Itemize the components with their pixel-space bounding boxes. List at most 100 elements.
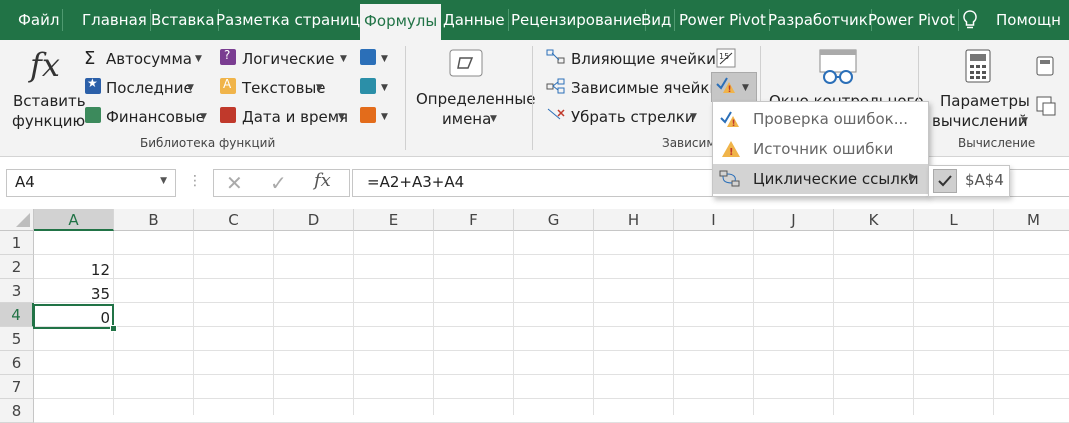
cell-a2[interactable]: 12 — [34, 257, 114, 281]
tab-home[interactable]: Главная — [82, 0, 151, 40]
gridline — [34, 326, 1069, 327]
svg-text:!: ! — [728, 85, 732, 95]
tab-view[interactable]: Вид — [641, 0, 676, 40]
calculate-now-icon[interactable] — [1036, 56, 1054, 80]
tab-review[interactable]: Рецензирование — [511, 0, 646, 40]
more-functions-icon[interactable] — [360, 107, 376, 123]
trace-dependents-icon — [546, 78, 566, 98]
tab-developer[interactable]: Разработчик — [768, 0, 872, 40]
calculate-sheet-icon[interactable] — [1036, 96, 1056, 120]
trace-precedents-icon — [546, 49, 566, 69]
menu-label: Циклические ссылки — [753, 170, 919, 188]
circular-reference-cell[interactable]: $A$4 — [965, 171, 1004, 189]
column-header-c[interactable]: C — [194, 209, 274, 231]
divider — [532, 46, 533, 150]
chevron-down-icon[interactable]: ▼ — [690, 112, 697, 122]
column-header-k[interactable]: K — [834, 209, 914, 231]
group-label-calc: Вычисление — [958, 136, 1036, 150]
tab-tell-me[interactable]: Помощн — [996, 0, 1061, 40]
fill-handle[interactable] — [110, 325, 117, 332]
select-all-button[interactable] — [0, 209, 34, 231]
column-header-m[interactable]: M — [994, 209, 1069, 231]
column-header-i[interactable]: I — [674, 209, 754, 231]
calc-options-label: Параметры — [940, 92, 1030, 110]
math-icon[interactable] — [360, 78, 376, 94]
remove-arrows-button[interactable]: Убрать стрелки — [571, 108, 695, 126]
watch-window-icon — [818, 48, 858, 90]
row-header-2[interactable]: 2 — [0, 255, 34, 279]
chevron-down-icon[interactable]: ▼ — [338, 112, 345, 122]
text-button[interactable]: Текстовые — [242, 79, 326, 97]
column-header-g[interactable]: G — [514, 209, 594, 231]
lightbulb-icon[interactable] — [962, 10, 978, 34]
gridline — [513, 231, 514, 415]
tab-page-layout[interactable]: Разметка страницы — [216, 0, 376, 40]
sigma-icon: Σ — [84, 48, 96, 69]
row-header-1[interactable]: 1 — [0, 231, 34, 255]
chevron-down-icon[interactable]: ▼ — [381, 83, 388, 93]
show-formulas-icon[interactable]: 15 — [716, 48, 736, 72]
column-header-j[interactable]: J — [754, 209, 834, 231]
chevron-down-icon[interactable]: ▼ — [340, 54, 347, 64]
name-box[interactable]: A4 ▼ — [6, 169, 176, 197]
remove-arrows-icon — [546, 107, 566, 127]
chevron-down-icon[interactable]: ▼ — [200, 112, 207, 122]
datetime-button[interactable]: Дата и время — [242, 108, 348, 126]
tab-data[interactable]: Данные — [443, 0, 509, 40]
cancel-icon[interactable]: ✕ — [226, 171, 243, 195]
cell-a3[interactable]: 35 — [34, 281, 114, 305]
enter-icon[interactable]: ✓ — [270, 171, 287, 195]
trace-dependents-button[interactable]: Зависимые ячейки — [571, 79, 719, 97]
financial-icon — [85, 107, 101, 123]
menu-item-circular-references[interactable]: Циклические ссылки ▶ — [713, 164, 928, 194]
row-header-7[interactable]: 7 — [0, 375, 34, 399]
column-header-l[interactable]: L — [914, 209, 994, 231]
insert-function-label: Вставить — [13, 92, 86, 110]
trace-precedents-button[interactable]: Влияющие ячейки — [571, 50, 716, 68]
recent-button[interactable]: Последние — [106, 79, 193, 97]
gridline — [993, 231, 994, 415]
menu-label: Проверка ошибок... — [753, 110, 909, 128]
menu-item-error-checking[interactable]: ! Проверка ошибок... — [713, 104, 928, 134]
tab-insert[interactable]: Вставка — [151, 0, 219, 40]
row-header-6[interactable]: 6 — [0, 351, 34, 375]
lookup-icon[interactable] — [360, 49, 376, 65]
chevron-down-icon[interactable]: ▼ — [195, 54, 202, 64]
tab-formulas[interactable]: Формулы — [360, 4, 442, 40]
error-checking-menu: ! Проверка ошибок... ! Источник ошибки Ц… — [712, 101, 929, 197]
column-header-a[interactable]: A — [34, 209, 114, 231]
row-header-4[interactable]: 4 — [0, 303, 34, 327]
logical-button[interactable]: Логические — [242, 50, 334, 68]
chevron-down-icon[interactable]: ▼ — [381, 54, 388, 64]
gridline — [34, 398, 1069, 399]
tab-power-pivot[interactable]: Power Pivot — [679, 0, 770, 40]
column-header-b[interactable]: B — [114, 209, 194, 231]
autosum-button[interactable]: Автосумма — [106, 50, 192, 68]
insert-function-icon[interactable]: fx — [314, 170, 331, 191]
name-manager-icon — [448, 48, 484, 82]
financial-button[interactable]: Финансовые — [106, 108, 205, 126]
column-header-e[interactable]: E — [354, 209, 434, 231]
gridline — [913, 231, 914, 415]
grip-icon[interactable]: ⋮ — [188, 173, 202, 189]
tab-file[interactable]: Файл — [18, 0, 64, 40]
warning-icon: ! — [721, 140, 741, 162]
ribbon-tab-bar: Файл Главная Вставка Разметка страницы Ф… — [0, 0, 1069, 40]
svg-text:!: ! — [732, 119, 736, 129]
insert-function-label-2: функцию — [12, 112, 86, 130]
tab-power-pivot-2[interactable]: Power Pivot — [868, 0, 959, 40]
gridline — [273, 231, 274, 415]
column-header-d[interactable]: D — [274, 209, 354, 231]
chevron-down-icon[interactable]: ▼ — [381, 112, 388, 122]
fx-icon: fx — [30, 46, 60, 84]
column-header-f[interactable]: F — [434, 209, 514, 231]
menu-item-trace-error[interactable]: ! Источник ошибки — [713, 134, 928, 164]
chevron-down-icon[interactable]: ▼ — [160, 176, 167, 186]
chevron-down-icon[interactable]: ▼ — [316, 83, 323, 93]
chevron-right-icon: ▶ — [909, 172, 916, 182]
row-header-3[interactable]: 3 — [0, 279, 34, 303]
chevron-down-icon[interactable]: ▼ — [187, 83, 194, 93]
column-header-h[interactable]: H — [594, 209, 674, 231]
row-header-5[interactable]: 5 — [0, 327, 34, 351]
row-header-8[interactable]: 8 — [0, 399, 34, 423]
